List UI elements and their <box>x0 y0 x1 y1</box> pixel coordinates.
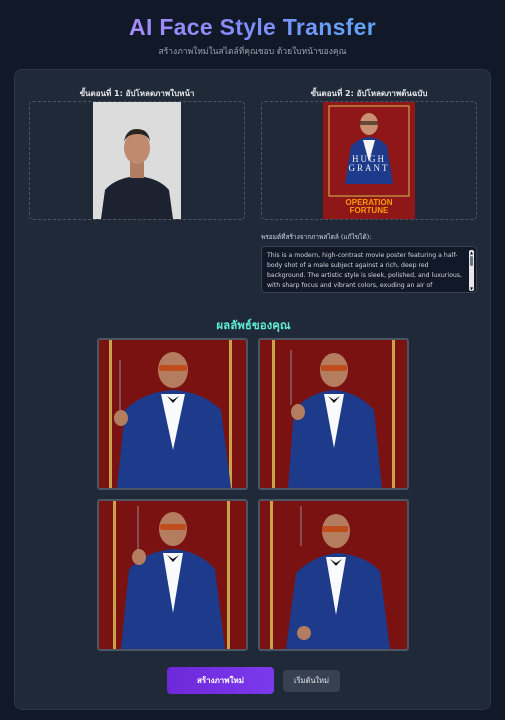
prompt-textarea[interactable]: This is a modern, high-contrast movie po… <box>261 246 477 293</box>
scroll-up-icon[interactable]: ▲ <box>469 250 474 255</box>
scroll-down-icon[interactable]: ▼ <box>469 286 474 291</box>
result-image-4[interactable] <box>258 499 409 651</box>
step2-label: ขั้นตอนที่ 2: อัปโหลดภาพต้นฉบับ <box>310 89 428 98</box>
style-poster-preview: HUGH GRANT OPERATION FORTUNE <box>323 102 415 219</box>
face-photo-preview <box>93 102 181 219</box>
scrollbar-thumb[interactable] <box>470 256 473 266</box>
face-upload-dropzone[interactable] <box>29 101 245 220</box>
results-title: ผลลัพธ์ของคุณ <box>216 318 291 332</box>
poster-title-2: FORTUNE <box>349 206 389 215</box>
prompt-label: พรอมต์ที่สร้างจากภาพสไตล์ (แก้ไขได้): <box>261 233 372 241</box>
step1-label: ขั้นตอนที่ 1: อัปโหลดภาพใบหน้า <box>79 89 195 98</box>
app-subtitle: สร้างภาพใหม่ในสไตล์ที่คุณชอบ ด้วยใบหน้าข… <box>158 47 347 57</box>
page-header: AI Face Style Transfer สร้างภาพใหม่ในสไต… <box>0 14 505 58</box>
poster-name-2: GRANT <box>348 163 390 173</box>
app-title: AI Face Style Transfer <box>129 14 376 40</box>
generate-button[interactable]: สร้างภาพใหม่ <box>167 667 274 694</box>
style-upload-dropzone[interactable]: HUGH GRANT OPERATION FORTUNE <box>261 101 477 220</box>
result-image-1[interactable] <box>97 338 248 490</box>
result-image-3[interactable] <box>97 499 248 651</box>
result-image-2[interactable] <box>258 338 409 490</box>
main-card: ขั้นตอนที่ 1: อัปโหลดภาพใบหน้า ขั้นตอนที… <box>14 69 491 710</box>
prompt-scrollbar[interactable]: ▲ ▼ <box>469 250 474 291</box>
restart-button[interactable]: เริ่มต้นใหม่ <box>283 670 340 692</box>
prompt-text: This is a modern, high-contrast movie po… <box>267 252 462 289</box>
